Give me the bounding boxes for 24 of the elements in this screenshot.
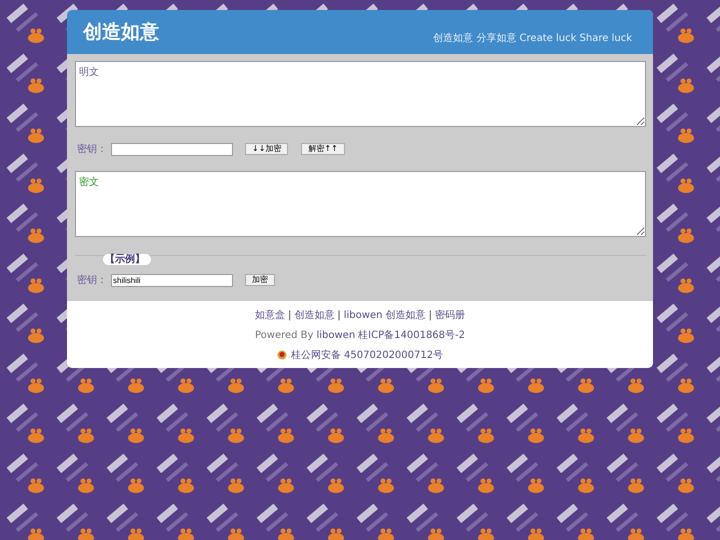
site-title: 创造如意	[83, 20, 159, 45]
link-separator: |	[428, 310, 432, 320]
footer-link[interactable]: 桂ICP备14001868号-2	[358, 328, 466, 342]
police-badge-icon	[276, 350, 287, 360]
decrypt-button[interactable]: 解密↑↑	[301, 143, 345, 155]
powered-text: Powered By	[254, 330, 314, 340]
example-legend: 【示例】	[103, 254, 151, 265]
footer-link[interactable]: 创造如意	[294, 308, 334, 322]
footer-link[interactable]: libowen	[316, 330, 356, 340]
site-tagline: 创造如意 分享如意 Create luck Share luck	[433, 32, 632, 45]
link-separator: |	[337, 310, 341, 320]
key-input[interactable]: shilishili	[111, 274, 233, 286]
footer-link[interactable]: 密码册	[435, 308, 465, 322]
footer-link[interactable]: libowen 创造如意	[344, 308, 426, 322]
encrypt-button[interactable]: 加密	[245, 274, 275, 286]
plaintext-area[interactable]: 明文	[75, 61, 646, 127]
key-label: 密钥：	[77, 142, 107, 156]
ciphertext-area[interactable]: 密文	[75, 171, 646, 237]
encrypt-button[interactable]: ↓↓加密	[245, 143, 288, 155]
link-separator: |	[288, 310, 292, 320]
footer-link[interactable]: 如意盒	[255, 308, 285, 322]
key-input[interactable]	[111, 142, 233, 156]
key-label: 密钥：	[77, 274, 107, 287]
police-record-link[interactable]: 桂公网安备 45070202000712号	[290, 348, 444, 362]
